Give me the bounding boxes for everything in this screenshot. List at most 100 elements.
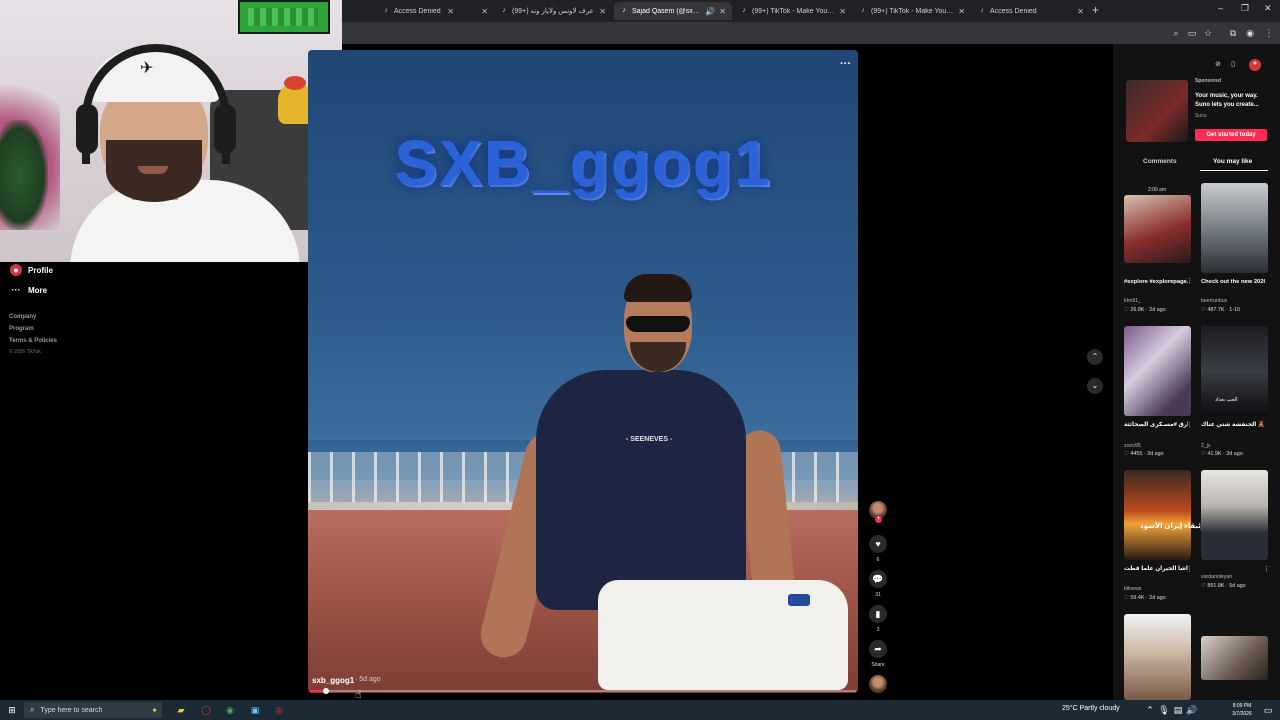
footer-link-company[interactable]: Company: [9, 314, 36, 320]
share-icon[interactable]: ➦: [869, 640, 887, 658]
taskbar-search-input[interactable]: ⌕ Type here to search ✦: [24, 702, 162, 718]
close-tab-icon[interactable]: ✕: [839, 7, 846, 16]
recommendation-title[interactable]: جيم اسود البحرية ايران يافراشا الجيران ع…: [1124, 565, 1188, 573]
active-tab-indicator: [1200, 170, 1268, 171]
network-icon[interactable]: ▤: [1172, 704, 1184, 716]
ad-text: Your music, your way. Suno lets you crea…: [1195, 93, 1259, 108]
tray-chevron-up-icon[interactable]: ⌃: [1144, 704, 1156, 716]
browser-tab-active[interactable]: ♪ Sajad Qasem (@sxb_ggog 🔊 ✕: [614, 2, 732, 20]
menu-dots-icon[interactable]: ⋮: [1263, 27, 1275, 39]
video-progress-knob[interactable]: [323, 688, 329, 694]
taskbar-clock[interactable]: 8:09 PM 3/7/2026: [1222, 702, 1262, 718]
tab-label: Access Denied: [990, 7, 1037, 15]
video-overlay-text: SXB_ggog1: [394, 127, 772, 199]
ad-sponsored-label: Sponsored: [1195, 78, 1222, 84]
recommendation-author[interactable]: vardanoleyan: [1201, 574, 1232, 580]
close-tab-icon[interactable]: ✕: [599, 7, 606, 16]
notifications-icon[interactable]: ▭: [1262, 704, 1274, 716]
device-icon[interactable]: ▯: [1228, 60, 1238, 70]
recording-app-icon[interactable]: ◎: [273, 704, 285, 716]
music-disc-avatar[interactable]: [869, 675, 887, 693]
webcam-overlay: ✈: [0, 0, 342, 262]
close-tab-icon[interactable]: ✕: [1077, 7, 1084, 16]
recommendation-author[interactable]: bilnews: [1124, 586, 1141, 592]
comment-icon[interactable]: 💬: [869, 570, 887, 588]
recommendation-thumbnail[interactable]: [1201, 183, 1268, 273]
tab-comments[interactable]: Comments: [1143, 158, 1177, 165]
previous-video-chevron-up-icon[interactable]: ⌃: [1087, 349, 1103, 365]
post-age: 3d ago: [1147, 451, 1164, 457]
recommendation-stats: ♡ 891.8K · 5d ago: [1201, 583, 1246, 589]
footer-link-terms[interactable]: Terms & Policies: [9, 338, 57, 344]
maximize-button[interactable]: ❐: [1241, 3, 1249, 14]
cast-icon[interactable]: ▭: [1186, 27, 1198, 39]
recommendation-thumbnail[interactable]: [1124, 614, 1191, 700]
recommendation-title[interactable]: مستطيع جيم ارق #مسـكرى الصحائثة...: [1124, 421, 1188, 429]
browser-tab-access-denied[interactable]: ♪ Access Denied ✕: [972, 2, 1090, 20]
wristwatch: [788, 594, 810, 606]
post-age: 5d ago: [1229, 583, 1246, 589]
browser-tab-tiktok[interactable]: ♪ (99+) TikTok - Make Your Day ✕: [734, 2, 852, 20]
ad-brand[interactable]: Suno: [1195, 113, 1207, 119]
recommendation-title[interactable]: الحنفشة شتي عناك 🧸 #foryoupag...: [1201, 421, 1265, 429]
sidebar-item-more[interactable]: ··· More: [10, 284, 48, 296]
microphone-icon[interactable]: 🎙: [1158, 704, 1170, 716]
video-more-options-icon[interactable]: ···: [840, 58, 851, 70]
disable-icon[interactable]: ⊘: [1213, 60, 1223, 70]
recommendation-thumbnail[interactable]: [1201, 636, 1268, 680]
recommendation-thumbnail[interactable]: [1124, 195, 1191, 263]
sidebar-item-profile[interactable]: ● Profile: [10, 264, 53, 276]
tab-label: (99+) TikTok - Make Your Day: [871, 7, 955, 15]
bookmark-icon[interactable]: ▮: [869, 605, 887, 623]
minimize-button[interactable]: –: [1218, 3, 1223, 13]
video-player[interactable]: SXB_ggog1 - SEENEVES -: [308, 50, 858, 693]
recommendation-title[interactable]: Check out the new 2026 Loki h345...: [1201, 278, 1265, 286]
recommendation-thumbnail[interactable]: [1201, 470, 1268, 560]
weather-widget[interactable]: 25°C Partly cloudy: [1062, 705, 1120, 712]
follow-plus-icon[interactable]: +: [875, 516, 882, 523]
browser-tab-arabic[interactable]: ♪ (99+) عرف لاونس ولايار ونه ✕: [494, 2, 612, 20]
recommendation-more-icon[interactable]: ⋮: [1186, 421, 1193, 429]
account-avatar-icon[interactable]: ●: [1249, 59, 1261, 71]
tiktok-icon: ♪: [384, 7, 388, 14]
ad-thumbnail[interactable]: [1126, 80, 1188, 142]
close-window-button[interactable]: ✕: [1264, 3, 1272, 14]
tiktok-icon: ♪: [622, 7, 626, 14]
close-tab-icon[interactable]: ✕: [958, 7, 965, 16]
file-explorer-icon[interactable]: ▰: [175, 704, 187, 716]
recommendation-thumbnail[interactable]: [1124, 326, 1191, 416]
speaker-icon[interactable]: 🔊: [1186, 704, 1198, 716]
search-placeholder: Type here to search: [40, 706, 103, 714]
bookmark-star-icon[interactable]: ☆: [1202, 27, 1214, 39]
app-icon[interactable]: ▣: [249, 704, 261, 716]
video-progress-bar[interactable]: [310, 688, 856, 694]
profile-avatar-icon[interactable]: ◉: [1244, 27, 1256, 39]
new-tab-button[interactable]: +: [1092, 3, 1099, 17]
windows-start-icon[interactable]: ⊞: [6, 704, 18, 716]
recommendation-more-icon[interactable]: ⋮: [1186, 277, 1193, 285]
opera-icon[interactable]: ◯: [200, 704, 212, 716]
extensions-icon[interactable]: ⧉: [1227, 27, 1239, 39]
recommendation-author[interactable]: beerrunbus: [1201, 298, 1227, 304]
footer-link-program[interactable]: Program: [9, 326, 34, 332]
next-video-chevron-down-icon[interactable]: ⌄: [1087, 378, 1103, 394]
recommendation-thumbnail[interactable]: [1124, 470, 1191, 560]
chrome-icon[interactable]: ◉: [224, 704, 236, 716]
ad-cta-button[interactable]: Get started today: [1195, 129, 1267, 141]
speaker-icon[interactable]: 🔊: [705, 7, 715, 16]
recommendation-title[interactable]: #explore #explorepage...: [1124, 278, 1188, 286]
browser-tab-access-denied[interactable]: ♪ Access Denied ✕: [376, 2, 494, 20]
clock-time: 8:09 PM: [1232, 703, 1252, 709]
video-author[interactable]: sxb_ggog1: [312, 676, 354, 685]
recommendation-more-icon[interactable]: ⋮: [1186, 565, 1193, 573]
recommendation-author[interactable]: zozo95: [1124, 443, 1141, 449]
recommendation-more-icon[interactable]: ⋮: [1263, 565, 1270, 573]
tab-you-may-like[interactable]: You may like: [1213, 158, 1252, 165]
recommendation-author[interactable]: khn91_: [1124, 298, 1141, 304]
browser-tab-tiktok[interactable]: ♪ (99+) TikTok - Make Your Day ✕: [853, 2, 971, 20]
recommendation-author[interactable]: 2_js: [1201, 443, 1211, 449]
close-tab-icon[interactable]: ✕: [719, 7, 726, 16]
close-tab-icon[interactable]: ✕: [481, 7, 488, 16]
like-heart-icon[interactable]: ♥: [869, 535, 887, 553]
zoom-icon[interactable]: ⌕: [1170, 27, 1182, 39]
